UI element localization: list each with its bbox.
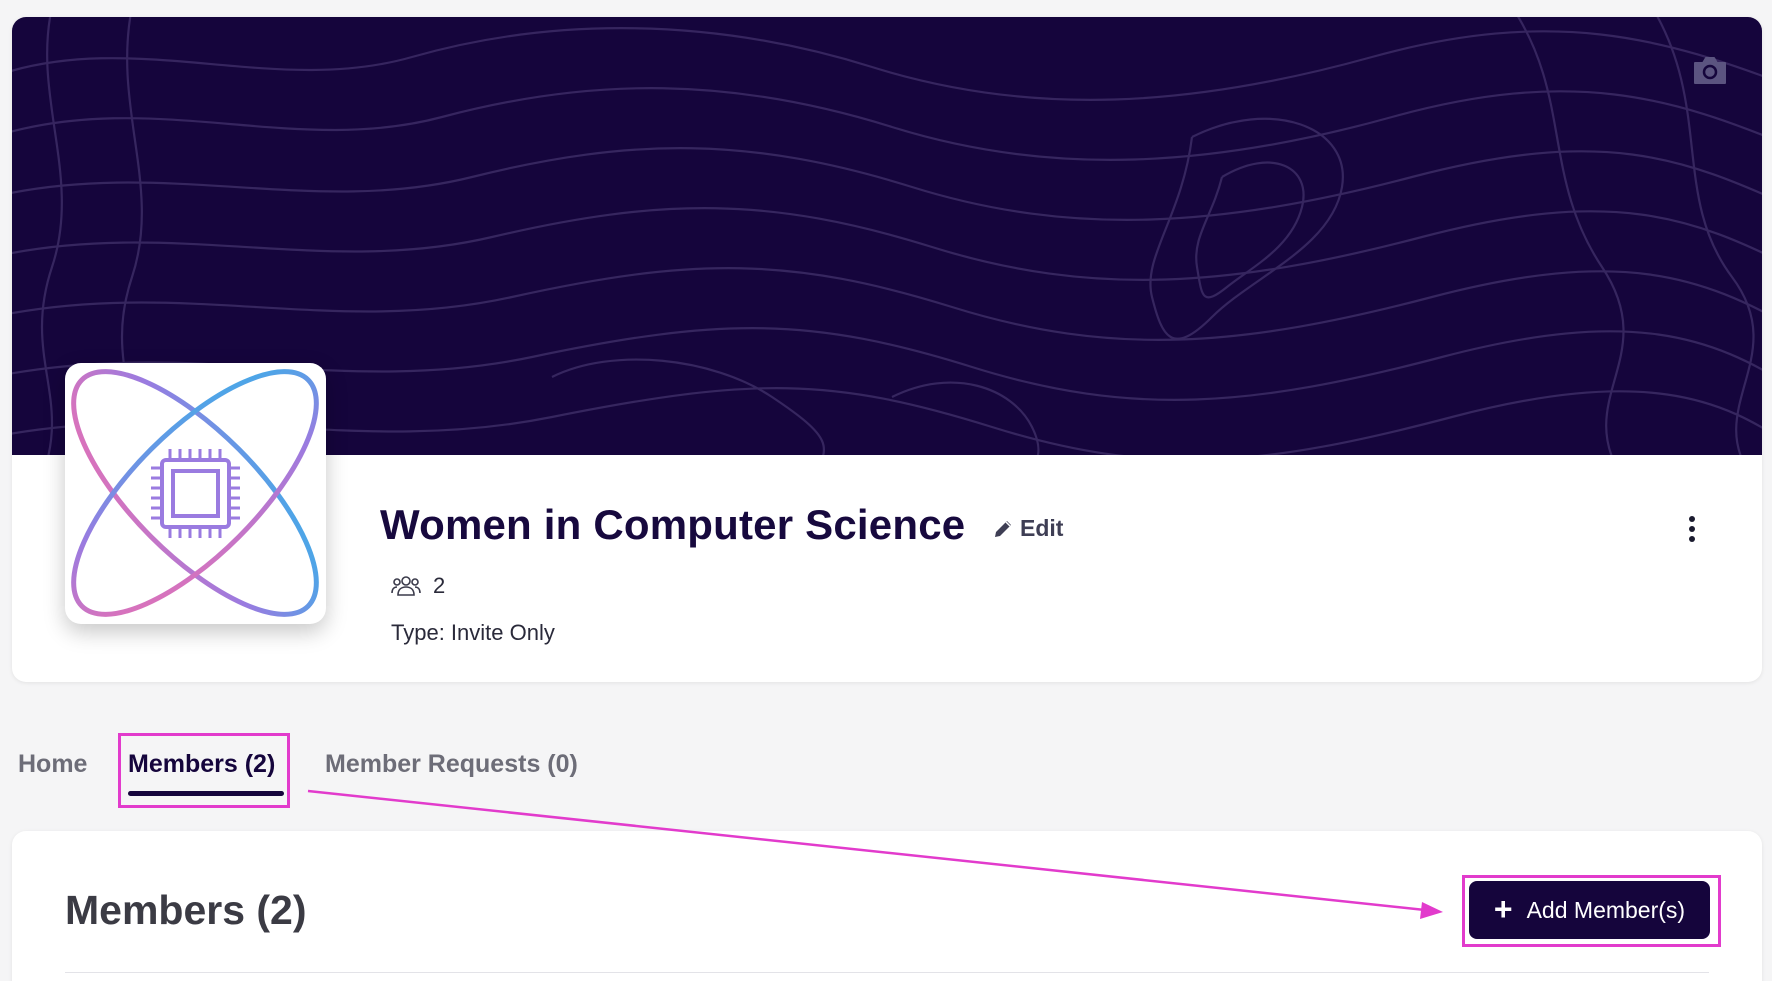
more-dot [1689,536,1695,542]
add-members-button[interactable]: + Add Member(s) [1469,881,1710,939]
members-heading: Members (2) [65,887,307,933]
edit-label: Edit [1020,515,1064,541]
more-vertical-icon [1689,516,1695,522]
more-options-button[interactable] [1680,511,1704,547]
group-type: Type: Invite Only [391,620,555,645]
members-card: Members (2) + Add Member(s) [12,831,1762,981]
tab-home[interactable]: Home [18,729,87,799]
tab-members[interactable]: Members (2) [128,729,275,799]
plus-icon: + [1493,890,1513,927]
edit-group-button[interactable]: Edit [992,515,1063,542]
group-header-card: Women in Computer Science Edit 2 Type: I… [12,17,1762,682]
group-logo [65,363,326,624]
change-cover-button[interactable] [1690,51,1730,89]
divider [65,972,1709,973]
active-tab-indicator [128,791,284,796]
pencil-icon [995,520,1011,537]
group-title: Women in Computer Science [380,501,966,548]
people-icon [391,576,421,596]
tab-member-requests[interactable]: Member Requests (0) [325,729,578,799]
group-page: Women in Computer Science Edit 2 Type: I… [0,0,1772,981]
more-dot [1689,526,1695,532]
camera-icon [1694,57,1726,84]
atom-chip-logo [71,369,319,617]
group-tabs: Home Members (2) Member Requests (0) [0,730,1772,800]
member-count: 2 [391,573,445,599]
add-members-label: Add Member(s) [1526,896,1686,923]
member-count-value: 2 [433,573,446,598]
